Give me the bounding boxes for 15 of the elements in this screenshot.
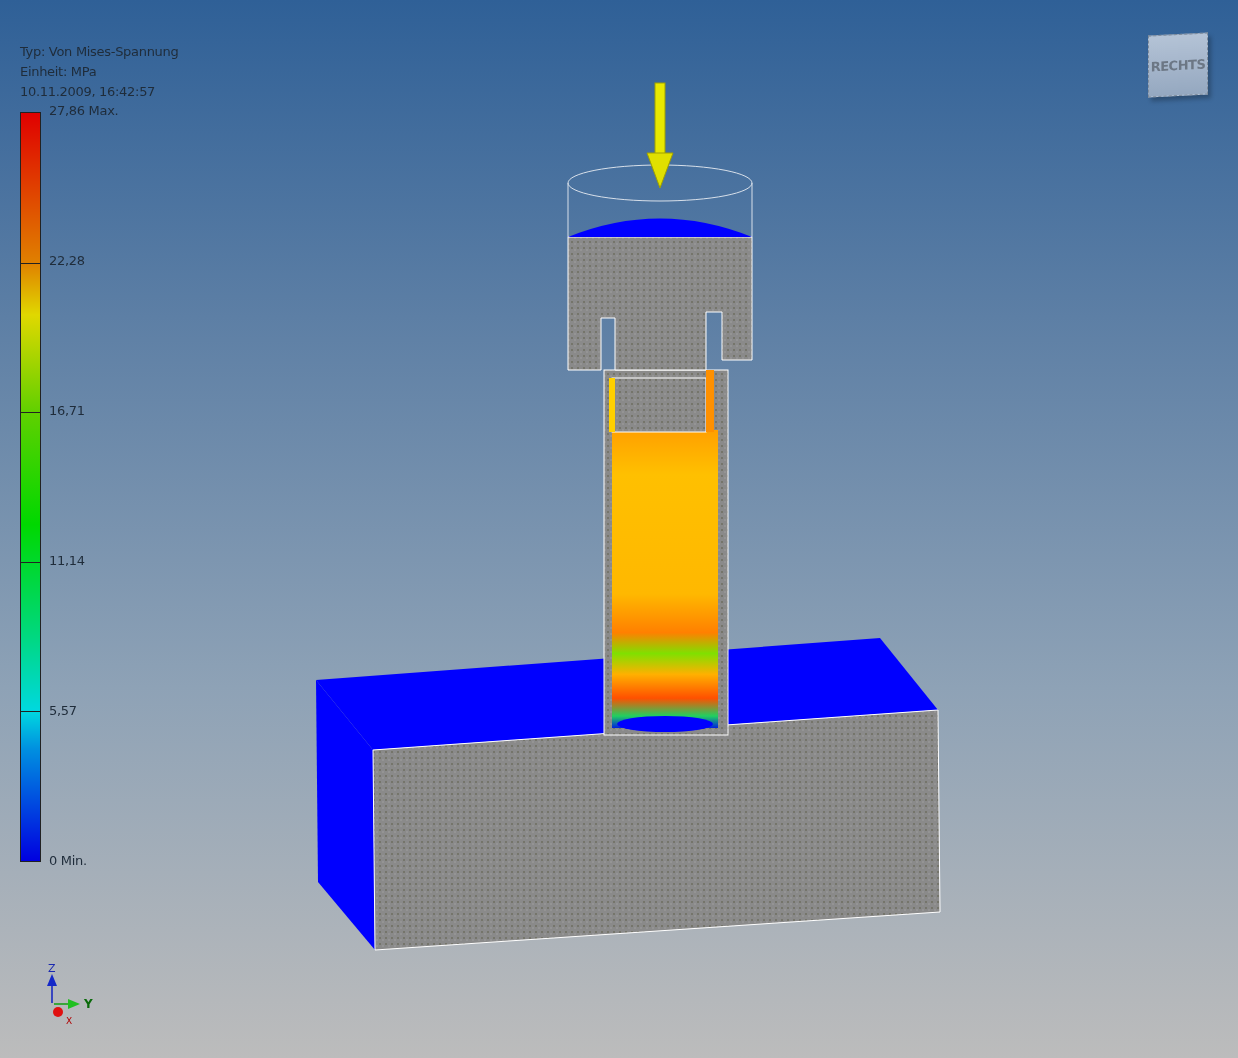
- unit-label: Einheit: MPa: [20, 63, 98, 81]
- axis-triad-icon: [47, 974, 80, 1017]
- view-cube[interactable]: RECHTS: [1148, 32, 1208, 98]
- z-axis-label: Z: [48, 962, 56, 975]
- scale-value-label: 22,28: [49, 252, 86, 270]
- scale-value-label: 16,71: [49, 402, 86, 420]
- scale-value-label: 0 Min.: [49, 852, 88, 870]
- x-axis-label: X: [66, 1016, 73, 1026]
- y-axis-label: Y: [84, 997, 93, 1011]
- scale-value-label: 27,86 Max.: [49, 102, 119, 120]
- timestamp-label: 10.11.2009, 16:42:57: [20, 83, 157, 101]
- scale-value-label: 5,57: [49, 702, 78, 720]
- load-arrow-icon: [646, 82, 674, 189]
- scale-value-label: 11,14: [49, 552, 86, 570]
- result-type-label: Typ: Von Mises-Spannung: [20, 43, 179, 61]
